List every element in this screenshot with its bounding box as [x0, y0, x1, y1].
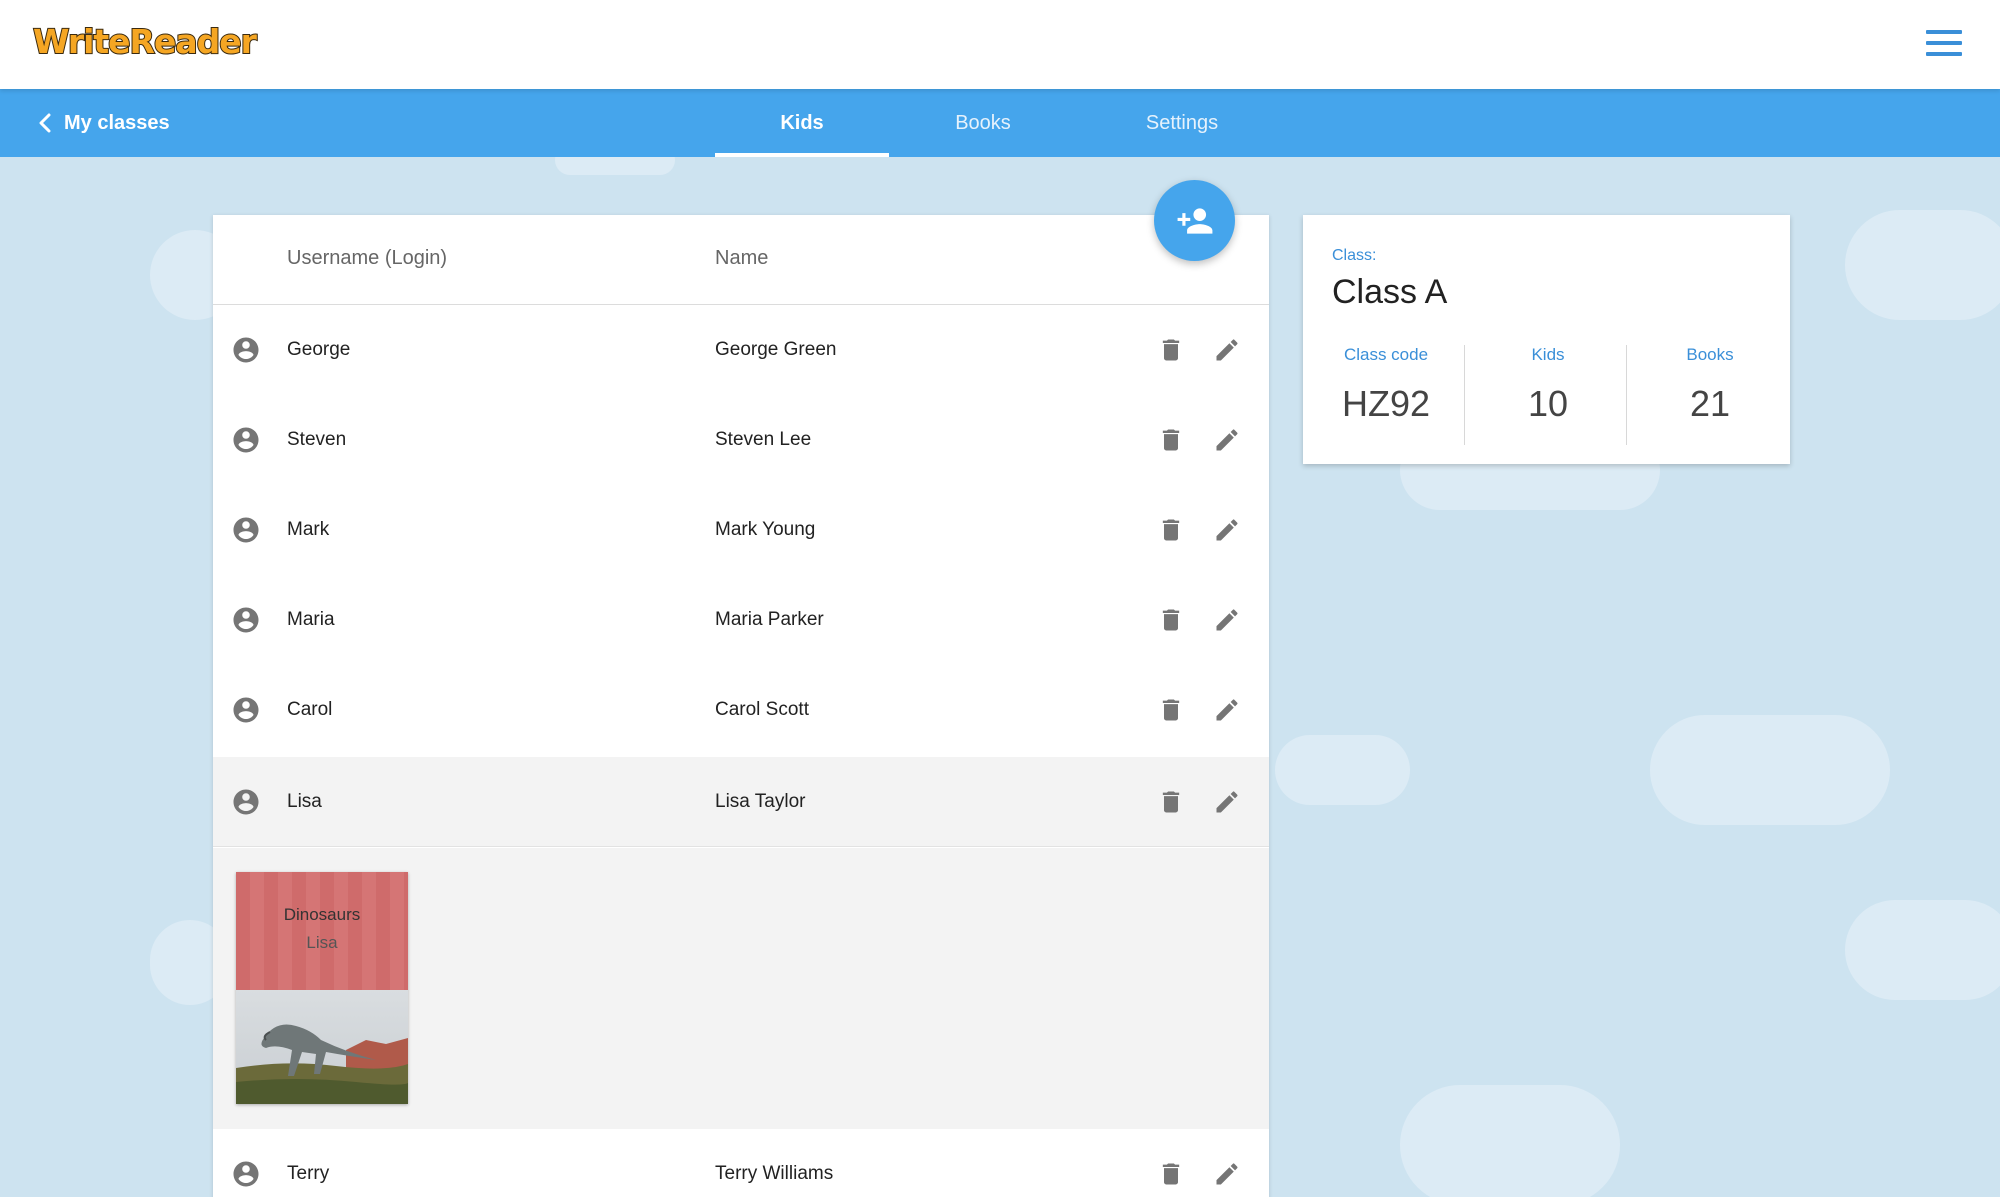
- account-circle-icon: [233, 607, 259, 633]
- column-header-name[interactable]: Name: [715, 247, 768, 270]
- table-row[interactable]: Terry Terry Williams: [213, 1129, 1269, 1197]
- trash-icon[interactable]: [1157, 696, 1185, 724]
- column-header-username[interactable]: Username (Login): [287, 247, 447, 270]
- top-header: WriteReader: [0, 0, 2000, 89]
- background-cloud: [1845, 900, 2000, 1000]
- hamburger-line: [1926, 41, 1962, 45]
- stat-label: Class code: [1343, 345, 1429, 364]
- chevron-left-icon: [39, 113, 51, 133]
- row-username: Maria: [287, 609, 335, 630]
- add-person-icon: [1177, 208, 1213, 234]
- hamburger-line: [1926, 52, 1962, 56]
- class-navbar: My classes Kids Books Settings: [0, 89, 2000, 157]
- background-cloud: [1650, 715, 1890, 825]
- pencil-icon[interactable]: [1213, 426, 1241, 454]
- trash-icon[interactable]: [1157, 336, 1185, 364]
- row-name: Mark Young: [715, 519, 816, 540]
- tab-books[interactable]: Books: [893, 89, 1073, 157]
- back-link-label: My classes: [64, 111, 170, 134]
- row-name: Steven Lee: [715, 429, 812, 450]
- row-name: Terry Williams: [715, 1163, 834, 1184]
- tab-settings[interactable]: Settings: [1092, 89, 1272, 157]
- stat-divider: [1464, 345, 1465, 445]
- row-name: George Green: [715, 339, 837, 360]
- dinosaur-cover-image: [236, 990, 408, 1104]
- book-title: Dinosaurs: [283, 905, 361, 924]
- kids-table: Username (Login) Name George George Gree…: [213, 215, 1269, 1197]
- table-row[interactable]: Maria Maria Parker: [213, 575, 1269, 665]
- table-header: Username (Login) Name: [213, 215, 1269, 305]
- stat-kids: Kids 10: [1468, 345, 1628, 425]
- account-circle-icon: [233, 337, 259, 363]
- row-name: Lisa Taylor: [715, 791, 806, 812]
- stat-books: Books 21: [1630, 345, 1790, 425]
- book-cover-top: [236, 872, 408, 990]
- background-cloud: [1400, 1085, 1620, 1197]
- table-row-selected[interactable]: Lisa Lisa Taylor: [213, 757, 1269, 847]
- trash-icon[interactable]: [1157, 606, 1185, 634]
- stat-value: 10: [1527, 383, 1569, 424]
- row-name: Maria Parker: [715, 609, 824, 630]
- trash-icon[interactable]: [1157, 788, 1185, 816]
- stat-value: 21: [1689, 383, 1731, 424]
- writereader-logo[interactable]: WriteReader: [32, 21, 258, 62]
- row-username: George: [287, 339, 351, 360]
- pencil-icon[interactable]: [1213, 606, 1241, 634]
- account-circle-icon: [233, 1161, 259, 1187]
- stat-label: Kids: [1531, 345, 1565, 364]
- account-circle-icon: [233, 697, 259, 723]
- row-username: Terry: [287, 1163, 330, 1184]
- hamburger-line: [1926, 30, 1962, 34]
- background-cloud: [1845, 210, 2000, 320]
- stat-value: HZ92: [1341, 383, 1431, 424]
- stat-label: Books: [1686, 345, 1734, 364]
- class-info-card: Class: Class A Class code HZ92 Kids 10 B…: [1303, 215, 1790, 464]
- pencil-icon[interactable]: [1213, 516, 1241, 544]
- table-row[interactable]: George George Green: [213, 305, 1269, 395]
- back-to-my-classes-link[interactable]: My classes: [36, 89, 170, 157]
- stat-divider: [1626, 345, 1627, 445]
- kid-books-panel: Dinosaurs Lisa: [213, 848, 1269, 1129]
- trash-icon[interactable]: [1157, 426, 1185, 454]
- stat-class-code: Class code HZ92: [1306, 345, 1466, 425]
- pencil-icon[interactable]: [1213, 696, 1241, 724]
- add-kid-button[interactable]: [1154, 180, 1235, 261]
- row-username: Carol: [287, 699, 333, 720]
- account-circle-icon: [233, 789, 259, 815]
- background-cloud: [1275, 735, 1410, 805]
- pencil-icon[interactable]: [1213, 1160, 1241, 1188]
- row-name: Carol Scott: [715, 699, 809, 720]
- book-card[interactable]: Dinosaurs Lisa: [236, 872, 408, 1104]
- trash-icon[interactable]: [1157, 1160, 1185, 1188]
- hamburger-icon[interactable]: [1926, 30, 1962, 56]
- class-name: Class A: [1332, 273, 1448, 311]
- account-circle-icon: [233, 517, 259, 543]
- trash-icon[interactable]: [1157, 516, 1185, 544]
- table-row[interactable]: Carol Carol Scott: [213, 665, 1269, 755]
- pencil-icon[interactable]: [1213, 788, 1241, 816]
- account-circle-icon: [233, 427, 259, 453]
- row-username: Mark: [287, 519, 330, 540]
- row-username: Lisa: [287, 791, 322, 812]
- table-row[interactable]: Mark Mark Young: [213, 485, 1269, 575]
- table-row[interactable]: Steven Steven Lee: [213, 395, 1269, 485]
- pencil-icon[interactable]: [1213, 336, 1241, 364]
- class-label: Class:: [1332, 247, 1377, 264]
- tab-kids[interactable]: Kids: [715, 89, 889, 157]
- book-author: Lisa: [306, 933, 338, 952]
- row-username: Steven: [287, 429, 347, 450]
